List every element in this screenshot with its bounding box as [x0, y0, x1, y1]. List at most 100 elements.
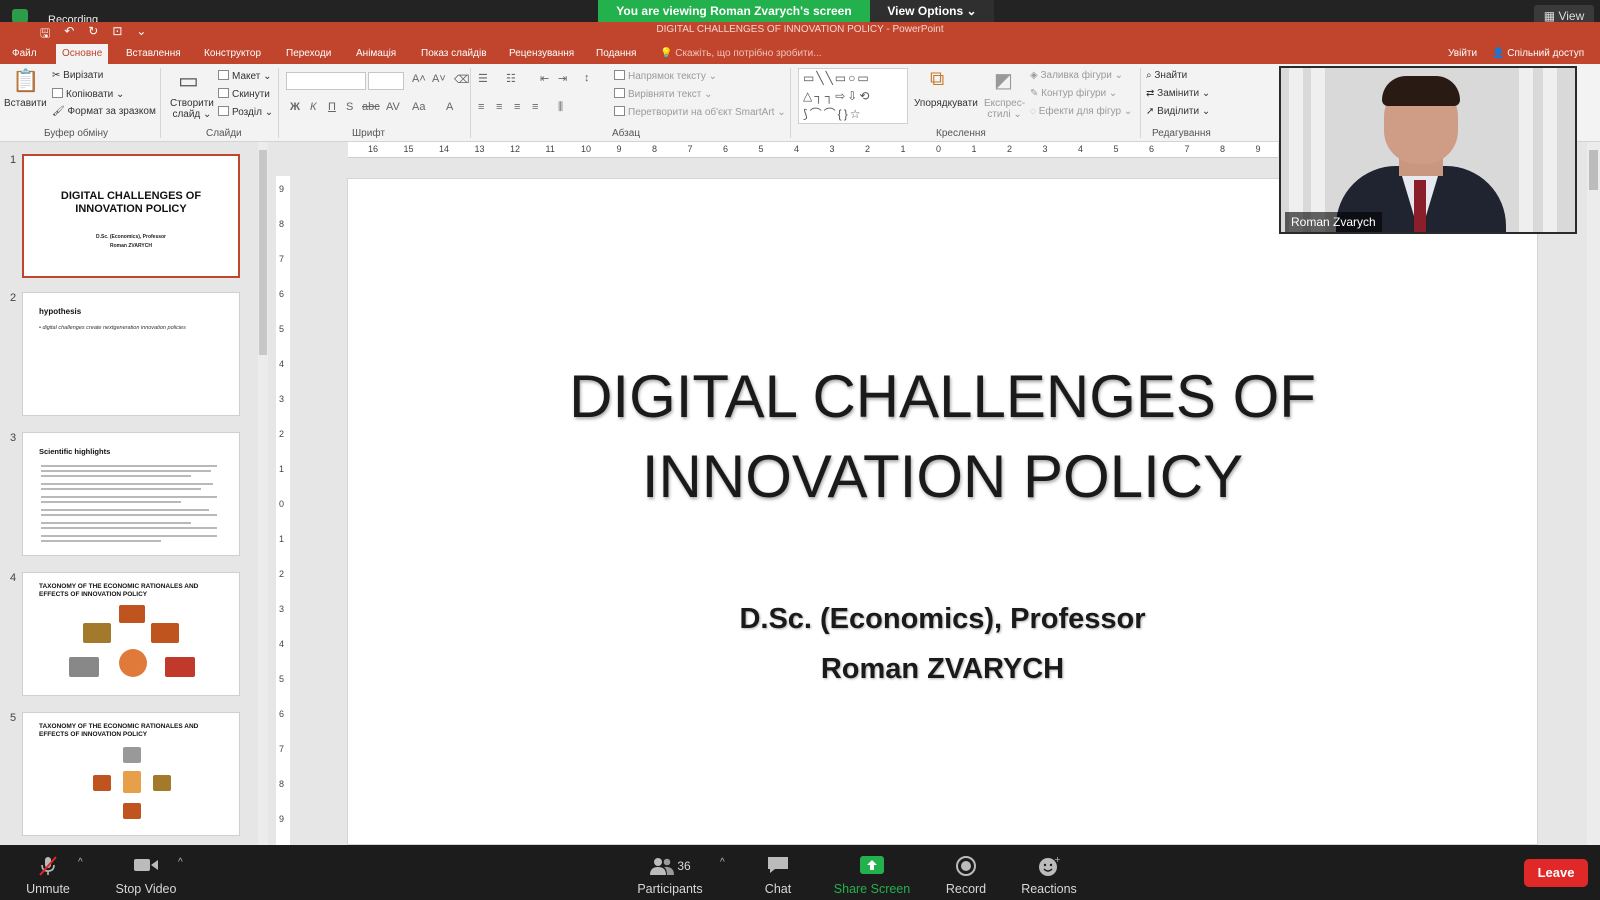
layout-label: Макет [232, 71, 261, 82]
font-name-combo[interactable] [286, 72, 366, 90]
participants-caret-icon[interactable]: ^ [720, 857, 725, 868]
tab-file[interactable]: Файл [6, 44, 43, 64]
section-icon [218, 106, 229, 116]
replace-label: Замінити [1157, 88, 1200, 99]
align-right-icon[interactable]: ≡ [514, 101, 520, 113]
change-case-icon[interactable]: Aa [412, 101, 425, 113]
bold-icon[interactable]: Ж [290, 101, 300, 113]
bullets-icon[interactable]: ☰ [478, 72, 488, 85]
arrange-button[interactable]: Упорядкувати [914, 98, 978, 109]
slide-thumbnail-1[interactable]: DIGITAL CHALLENGES OF INNOVATION POLICY … [22, 154, 240, 278]
audio-options-caret-icon[interactable]: ^ [78, 857, 83, 868]
slide-canvas[interactable]: DIGITAL CHALLENGES OF INNOVATION POLICY … [347, 178, 1538, 845]
view-options-button[interactable]: View Options ⌄ [870, 0, 994, 22]
redo-icon[interactable]: ↻ [88, 24, 98, 45]
decrease-indent-icon[interactable]: ⇤ [540, 72, 549, 85]
slideshow-icon[interactable]: ⊡ [112, 24, 122, 45]
tell-me-search[interactable]: 💡 Скажіть, що потрібно зробити... [660, 44, 822, 64]
text-direction-button[interactable]: Напрямок тексту ⌄ [614, 70, 717, 82]
slide-thumbnail-2[interactable]: hypothesis • digital challenges create n… [22, 292, 240, 416]
video-options-caret-icon[interactable]: ^ [178, 857, 183, 868]
chat-button[interactable]: Chat [746, 845, 810, 900]
line-spacing-icon[interactable]: ↕ [584, 72, 590, 84]
copy-button[interactable]: Копіювати ⌄ [52, 88, 124, 100]
ruler-tick-label: 15 [403, 144, 414, 154]
grow-font-icon[interactable]: A˄ [412, 73, 426, 85]
align-left-icon[interactable]: ≡ [478, 101, 484, 113]
editor-scrollbar-thumb[interactable] [1589, 150, 1598, 190]
strikethrough-icon[interactable]: abc [362, 101, 380, 113]
shapes-gallery[interactable]: ▭╲╲▭○▭ △┐┐⇨⇩⟲ ⟆⌒⌒{}☆ [798, 68, 908, 124]
shape-outline-button[interactable]: ✎ Контур фігури ⌄ [1030, 88, 1117, 99]
group-divider [1140, 68, 1141, 138]
slide-title[interactable]: DIGITAL CHALLENGES OF INNOVATION POLICY [348, 357, 1537, 517]
participants-button[interactable]: 36 Participants [628, 845, 712, 900]
thumbnail-scrollbar-thumb[interactable] [259, 150, 267, 355]
stop-video-button[interactable]: Stop Video [106, 845, 186, 900]
slide-thumbnail-3[interactable]: Scientific highlights [22, 432, 240, 556]
new-slide-button[interactable]: Створити слайд ⌄ [170, 98, 214, 120]
arrange-icon[interactable]: ⧉ [930, 68, 944, 91]
section-button[interactable]: Розділ ⌄ [218, 106, 273, 118]
ruler-tick-label: 6 [723, 144, 729, 154]
tab-home[interactable]: Основне [56, 44, 109, 64]
tab-design[interactable]: Конструктор [198, 44, 267, 64]
slide-subtitle-line-2[interactable]: Roman ZVARYCH [348, 653, 1537, 686]
ruler-tick-label: 10 [581, 144, 592, 154]
shrink-font-icon[interactable]: A˅ [432, 73, 446, 85]
shadow-icon[interactable]: S [346, 101, 353, 113]
participant-video[interactable]: Roman Zvarych [1279, 66, 1577, 234]
replace-button[interactable]: ⇄ Замінити ⌄ [1146, 88, 1210, 99]
cut-button[interactable]: ✂ Вирізати [52, 70, 103, 81]
quick-styles-button[interactable]: Експрес-стилі ⌄ [984, 98, 1025, 120]
undo-icon[interactable]: ↶ [64, 24, 74, 45]
paint-bucket-icon: ◈ [1030, 70, 1038, 81]
font-size-combo[interactable] [368, 72, 404, 90]
slide-subtitle-line-1[interactable]: D.Sc. (Economics), Professor [348, 603, 1537, 636]
justify-icon[interactable]: ≡ [532, 101, 538, 113]
italic-icon[interactable]: К [310, 101, 316, 113]
paste-icon[interactable]: 📋 [12, 68, 39, 94]
smartart-button[interactable]: Перетворити на об'єкт SmartArt ⌄ [614, 106, 786, 118]
tab-transitions[interactable]: Переходи [280, 44, 337, 64]
tab-animations[interactable]: Анімація [350, 44, 402, 64]
new-slide-icon[interactable]: ▭ [178, 68, 199, 94]
ruler-tick-label: 5 [279, 674, 285, 684]
reset-button[interactable]: Скинути [218, 88, 270, 100]
font-color-icon[interactable]: A [446, 101, 453, 113]
numbering-icon[interactable]: ☷ [506, 72, 516, 85]
find-button[interactable]: ⌕ Знайти [1146, 70, 1187, 81]
paste-button[interactable]: Вставити [4, 98, 47, 109]
leave-button[interactable]: Leave [1524, 859, 1588, 887]
share-screen-button[interactable]: Share Screen [830, 845, 914, 900]
share-access-button[interactable]: 👤 Спільний доступ [1492, 44, 1584, 64]
tab-review[interactable]: Рецензування [503, 44, 580, 64]
underline-icon[interactable]: П [328, 101, 336, 113]
editor-scrollbar[interactable] [1587, 142, 1600, 845]
record-button[interactable]: Record [934, 845, 998, 900]
tab-slideshow[interactable]: Показ слайдів [415, 44, 493, 64]
shape-effects-button[interactable]: ◌ Ефекти для фігур ⌄ [1030, 106, 1132, 117]
layout-button[interactable]: Макет ⌄ [218, 70, 271, 82]
sign-in-link[interactable]: Увійти [1448, 44, 1477, 64]
tab-view[interactable]: Подання [590, 44, 642, 64]
reactions-button[interactable]: + Reactions [1014, 845, 1084, 900]
align-text-button[interactable]: Вирівняти текст ⌄ [614, 88, 713, 100]
unmute-button[interactable]: Unmute [14, 845, 82, 900]
ruler-tick-label: 11 [545, 144, 555, 154]
clear-formatting-icon[interactable]: ⌫ [454, 73, 470, 86]
quick-styles-icon[interactable]: ◩ [994, 68, 1013, 93]
save-icon[interactable]: 🖫 [40, 24, 50, 45]
select-button[interactable]: ➚ Виділити ⌄ [1146, 106, 1210, 117]
align-center-icon[interactable]: ≡ [496, 101, 502, 113]
format-painter-button[interactable]: 🖌 Формат за зразком [52, 106, 156, 117]
tab-insert[interactable]: Вставлення [120, 44, 187, 64]
columns-icon[interactable]: ⫼ [558, 101, 563, 114]
thumb-title: DIGITAL CHALLENGES OF INNOVATION POLICY [60, 190, 202, 215]
customize-qat-icon[interactable]: ⌄ [136, 24, 146, 45]
shape-fill-button[interactable]: ◈ Заливка фігури ⌄ [1030, 70, 1123, 81]
slide-thumbnail-5[interactable]: TAXONOMY OF THE ECONOMIC RATIONALES AND … [22, 712, 240, 836]
character-spacing-icon[interactable]: AV [386, 101, 400, 113]
increase-indent-icon[interactable]: ⇥ [558, 72, 567, 85]
slide-thumbnail-4[interactable]: TAXONOMY OF THE ECONOMIC RATIONALES AND … [22, 572, 240, 696]
